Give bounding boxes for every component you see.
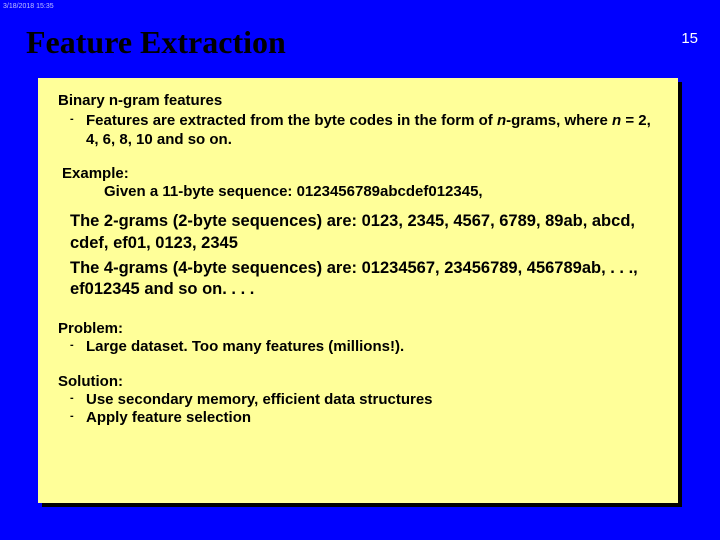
bullet-dash-icon: -	[70, 113, 74, 126]
four-grams-block: The 4-grams (4-byte sequences) are: 0123…	[70, 258, 658, 300]
problem-bullet: - Large dataset. Too many features (mill…	[58, 338, 658, 356]
problem-bullet-text: Large dataset. Too many features (millio…	[86, 338, 404, 355]
section-heading-binary-ngram: Binary n-gram features	[58, 92, 658, 110]
page-title: Feature Extraction	[26, 24, 286, 61]
bullet-dash-icon: -	[70, 410, 74, 423]
page-number: 15	[681, 30, 698, 47]
solution-label: Solution:	[58, 373, 658, 391]
solution-bullet-2: - Apply feature selection	[58, 409, 658, 427]
two-grams-block: The 2-grams (2-byte sequences) are: 0123…	[70, 211, 658, 253]
bullet-n1: n	[497, 112, 506, 129]
solution-bullet-1: - Use secondary memory, efficient data s…	[58, 391, 658, 409]
problem-label: Problem:	[58, 320, 658, 338]
bullet-dash-icon: -	[70, 339, 74, 352]
bullet-dash-icon: -	[70, 392, 74, 405]
bullet-n2: n	[612, 112, 621, 129]
content-card: Binary n-gram features - Features are ex…	[38, 78, 678, 503]
solution-bullet-1-text: Use secondary memory, efficient data str…	[86, 391, 433, 408]
four-grams-label: The 4-grams (4-byte sequences) are:	[70, 259, 362, 277]
example-text: Given a 11-byte sequence: 0123456789abcd…	[62, 183, 658, 201]
binary-ngram-bullet: - Features are extracted from the byte c…	[58, 112, 658, 149]
bullet-text-mid1: -grams, where	[506, 112, 612, 129]
bullet-text-pre: Features are extracted from the byte cod…	[86, 112, 497, 129]
two-grams-label: The 2-grams (2-byte sequences) are:	[70, 212, 362, 230]
example-label: Example:	[62, 165, 658, 183]
timestamp: 3/18/2018 15:35	[3, 3, 54, 10]
solution-bullet-2-text: Apply feature selection	[86, 409, 251, 426]
